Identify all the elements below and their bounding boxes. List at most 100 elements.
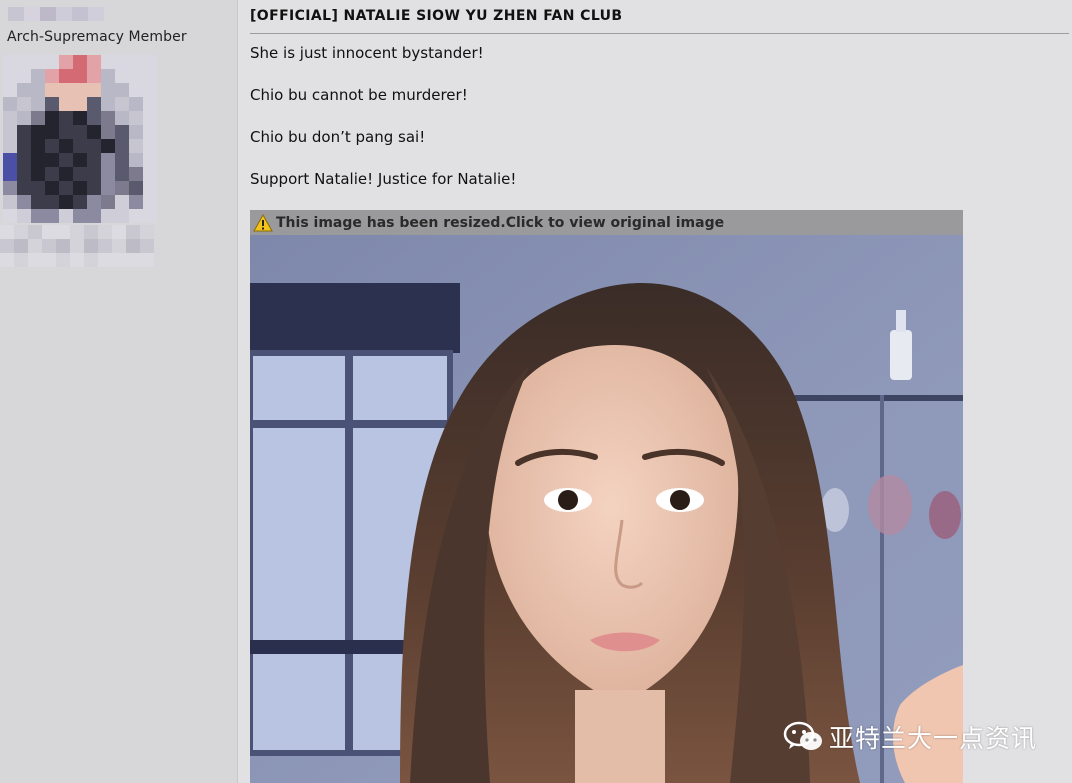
user-stats-pixelated — [0, 225, 154, 269]
avatar-pixel — [3, 167, 17, 181]
stats-pixel — [42, 239, 56, 253]
post-photo[interactable] — [250, 235, 963, 783]
avatar-pixel — [31, 209, 45, 223]
avatar-pixel — [31, 181, 45, 195]
avatar-pixel — [59, 181, 73, 195]
avatar-pixel — [45, 167, 59, 181]
avatar-pixel — [101, 167, 115, 181]
avatar-pixel — [115, 83, 129, 97]
avatar-pixel — [45, 55, 59, 69]
stats-pixel — [56, 253, 70, 267]
avatar-pixel — [73, 125, 87, 139]
avatar-pixel — [129, 97, 143, 111]
avatar-pixel — [31, 55, 45, 69]
avatar-pixel — [45, 97, 59, 111]
avatar-pixel — [17, 97, 31, 111]
avatar-pixel — [45, 209, 59, 223]
avatar-pixel — [3, 209, 17, 223]
avatar-pixel — [143, 195, 157, 209]
stats-pixel — [14, 239, 28, 253]
avatar-pixel — [87, 209, 101, 223]
avatar-pixel — [101, 55, 115, 69]
avatar-pixel — [115, 153, 129, 167]
avatar-pixel — [87, 167, 101, 181]
avatar-pixel — [31, 139, 45, 153]
stats-pixel — [112, 239, 126, 253]
avatar-pixel — [17, 55, 31, 69]
stats-pixel — [84, 225, 98, 239]
avatar-pixel — [115, 111, 129, 125]
post-title: [OFFICIAL] NATALIE SIOW YU ZHEN FAN CLUB — [250, 8, 623, 24]
avatar-pixel — [31, 125, 45, 139]
avatar-pixel — [17, 83, 31, 97]
stats-pixel — [14, 225, 28, 239]
avatar-pixel — [45, 69, 59, 83]
avatar-pixel — [87, 153, 101, 167]
avatar-pixel — [31, 195, 45, 209]
stats-pixel — [140, 225, 154, 239]
avatar-pixel — [17, 181, 31, 195]
user-rank: Arch-Supremacy Member — [7, 29, 187, 45]
image-notice-text: This image has been resized.Click to vie… — [276, 214, 725, 231]
stats-pixel — [70, 253, 84, 267]
stats-pixel — [84, 253, 98, 267]
stats-pixel — [112, 253, 126, 267]
avatar-pixel — [59, 139, 73, 153]
avatar-pixel — [115, 97, 129, 111]
user-panel: Arch-Supremacy Member — [0, 0, 238, 783]
avatar-pixel — [143, 83, 157, 97]
wechat-icon — [783, 721, 822, 750]
avatar-pixel — [143, 97, 157, 111]
avatar-pixel — [3, 139, 17, 153]
watermark-text: 亚特兰大一点资讯 — [829, 724, 1038, 753]
stats-pixel — [0, 253, 14, 267]
username-pixelated[interactable] — [8, 7, 104, 21]
stats-pixel — [42, 253, 56, 267]
avatar-pixel — [115, 55, 129, 69]
avatar-pixel — [59, 125, 73, 139]
avatar-pixel — [129, 83, 143, 97]
avatar-pixel — [3, 153, 17, 167]
avatar-pixel — [143, 181, 157, 195]
avatar-pixel — [115, 125, 129, 139]
avatar-pixelated[interactable] — [3, 55, 157, 223]
avatar-pixel — [143, 55, 157, 69]
avatar-pixel — [59, 69, 73, 83]
avatar-pixel — [87, 83, 101, 97]
avatar-pixel — [73, 181, 87, 195]
avatar-pixel — [31, 111, 45, 125]
avatar-pixel — [129, 167, 143, 181]
avatar-pixel — [87, 139, 101, 153]
avatar-pixel — [59, 195, 73, 209]
avatar-pixel — [143, 167, 157, 181]
avatar-pixel — [143, 111, 157, 125]
avatar-pixel — [129, 153, 143, 167]
stats-pixel — [140, 253, 154, 267]
stats-pixel — [42, 225, 56, 239]
avatar-pixel — [129, 195, 143, 209]
avatar-pixel — [73, 139, 87, 153]
stats-pixel — [126, 253, 140, 267]
avatar-pixel — [45, 195, 59, 209]
post-line-3: Chio bu don’t pang sai! — [250, 128, 426, 146]
avatar-pixel — [3, 83, 17, 97]
avatar-pixel — [143, 69, 157, 83]
avatar-pixel — [87, 69, 101, 83]
avatar-pixel — [101, 195, 115, 209]
avatar-pixel — [115, 167, 129, 181]
avatar-pixel — [73, 195, 87, 209]
avatar-pixel — [73, 83, 87, 97]
avatar-pixel — [129, 181, 143, 195]
image-resized-notice[interactable]: This image has been resized.Click to vie… — [250, 210, 963, 235]
avatar-pixel — [59, 83, 73, 97]
stats-pixel — [126, 225, 140, 239]
avatar-pixel — [45, 125, 59, 139]
avatar-pixel — [17, 167, 31, 181]
avatar-pixel — [73, 55, 87, 69]
avatar-pixel — [45, 153, 59, 167]
stats-pixel — [70, 225, 84, 239]
avatar-pixel — [115, 139, 129, 153]
avatar-pixel — [31, 83, 45, 97]
post-line-1: She is just innocent bystander! — [250, 44, 484, 62]
stats-pixel — [84, 239, 98, 253]
